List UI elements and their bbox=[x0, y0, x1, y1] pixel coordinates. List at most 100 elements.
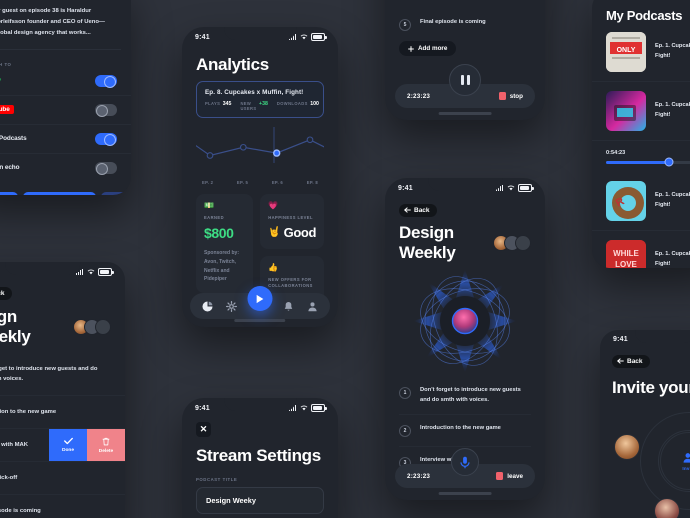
avatar-group[interactable] bbox=[73, 319, 111, 335]
note-list: Don't forget to introduce new guests and… bbox=[0, 353, 125, 518]
chart-x-label: EP. 2 bbox=[202, 180, 214, 185]
publish-row-spotify[interactable]: Spotify bbox=[0, 67, 131, 96]
list-item[interactable]: 5 Final episode is coming bbox=[399, 18, 531, 31]
offers-label: NEW OFFERS FOR COLLABORATIONS bbox=[268, 277, 313, 289]
youtube-toggle[interactable] bbox=[95, 103, 117, 117]
svg-text:ONLY: ONLY bbox=[617, 47, 636, 54]
youtube-label: YouTube bbox=[0, 105, 14, 115]
status-time: 9:41 bbox=[195, 404, 210, 412]
stop-label: stop bbox=[509, 92, 523, 100]
done-button[interactable]: Done bbox=[49, 429, 87, 462]
wifi-icon bbox=[300, 405, 308, 411]
pause-button[interactable] bbox=[449, 64, 481, 96]
happiness-tile[interactable]: 💗 HAPPINESS LEVEL 🤘 Good bbox=[260, 194, 324, 250]
episode-description: Our guest on episode 38 is Haraldur Thor… bbox=[0, 8, 105, 36]
list-item[interactable]: Introduction to the new game bbox=[0, 396, 125, 430]
podcast-row[interactable]: Ep. 1. Cupcakes x Fight! bbox=[592, 82, 690, 141]
progress-fill bbox=[606, 161, 670, 164]
list-item[interactable]: Design Kick-off bbox=[0, 462, 125, 496]
publish-row-youtube[interactable]: YouTube bbox=[0, 96, 131, 125]
list-item[interactable]: Final episode is coming bbox=[0, 495, 125, 518]
stop-button[interactable]: stop bbox=[498, 92, 523, 100]
episode-line-chart[interactable] bbox=[196, 127, 324, 179]
phone-notch bbox=[224, 398, 296, 411]
tag-chip-internship[interactable]: Internship bbox=[100, 191, 131, 195]
screen-header: Design Weekly bbox=[385, 223, 545, 263]
podcast-title-input[interactable]: Design Weeky bbox=[196, 487, 324, 514]
earned-tile[interactable]: 💵 EARNED $800 Sponsored by: Avon, Twitch… bbox=[196, 194, 254, 294]
chart-point[interactable] bbox=[306, 136, 314, 144]
chart-x-labels: EP. 2 EP. 5 EP. 6 EP. 8 bbox=[196, 180, 324, 185]
stat-new-users-value: +38 bbox=[259, 101, 268, 107]
avatar-group[interactable] bbox=[493, 235, 531, 251]
phone-notch bbox=[428, 178, 502, 191]
stat-downloads-key: DOWNLOADS bbox=[276, 101, 308, 106]
podcast-artwork: R bbox=[606, 180, 646, 221]
status-icons bbox=[76, 268, 114, 276]
podcast-row[interactable]: ONLY Ep. 1. Cupcakes x Fight! bbox=[592, 23, 690, 82]
back-button[interactable]: Back bbox=[0, 286, 12, 300]
publish-row-amazon-echo[interactable]: amazon echo bbox=[0, 154, 131, 182]
tag-chip-design[interactable]: Design bbox=[0, 191, 18, 195]
tag-chip-growth-marketing[interactable]: Growth marketing bbox=[22, 191, 96, 195]
amazon-echo-toggle[interactable] bbox=[95, 161, 117, 175]
add-more-label: Add more bbox=[418, 45, 448, 52]
delete-button[interactable]: Delete bbox=[87, 429, 125, 462]
list-item[interactable]: 1 Don't forget to introduce new guests a… bbox=[399, 377, 531, 416]
podcast-artwork: ONLY bbox=[606, 32, 646, 72]
gear-icon[interactable] bbox=[225, 300, 237, 312]
podcast-row-text: Ep. 1. Cupcakes x Fight! bbox=[655, 250, 690, 267]
stat-new-users-key: NEW USERS bbox=[240, 101, 257, 111]
chart-point[interactable] bbox=[272, 149, 281, 157]
mic-button[interactable] bbox=[451, 448, 479, 476]
chart-point[interactable] bbox=[206, 152, 214, 159]
list-item-swiped[interactable]: Interview with MAK Done Delete bbox=[0, 429, 125, 463]
podcast-title-label: PODCAST TITLE bbox=[196, 477, 238, 482]
back-label: Back bbox=[0, 289, 5, 297]
episode-stats-card[interactable]: Ep. 8. Cupcakes x Muffin, Fight! PLAYS 3… bbox=[196, 81, 324, 118]
apple-podcasts-toggle[interactable] bbox=[95, 132, 117, 146]
spotify-toggle[interactable] bbox=[95, 74, 117, 88]
progress-knob[interactable] bbox=[664, 157, 674, 167]
status-time: 9:41 bbox=[398, 184, 413, 192]
visualizer-svg bbox=[413, 269, 517, 373]
mic-icon bbox=[460, 456, 470, 468]
svg-text:WHILE: WHILE bbox=[613, 249, 639, 258]
panel-title: My Podcasts bbox=[606, 8, 683, 23]
chart-point[interactable] bbox=[239, 143, 247, 151]
now-playing-time: 0:54:23 bbox=[606, 150, 626, 156]
podcast-row[interactable]: WHILE LOVE Ep. 1. Cupcakes x Fight! bbox=[592, 231, 690, 268]
design-weekly-list-panel: 9:41 Back esign Weekly Don't forg bbox=[0, 262, 125, 518]
publish-row-apple-podcasts[interactable]: Apple Podcasts bbox=[0, 125, 131, 154]
back-button[interactable]: Back bbox=[612, 354, 650, 368]
back-button[interactable]: Back bbox=[399, 203, 437, 217]
list-header: esign Weekly bbox=[0, 307, 125, 347]
list-item[interactable]: Don't forget to introduce new guests and… bbox=[0, 353, 125, 397]
avatar[interactable] bbox=[654, 498, 680, 518]
list-item[interactable]: 2 Introduction to the new game bbox=[399, 415, 531, 448]
progress-slider[interactable] bbox=[606, 157, 690, 167]
chart-x-label: EP. 6 bbox=[271, 180, 284, 185]
list-item-text: Final episode is coming bbox=[420, 19, 486, 25]
arrow-left-icon bbox=[617, 358, 624, 364]
person-icon[interactable] bbox=[307, 301, 318, 312]
leave-label: leave bbox=[507, 472, 523, 480]
podcast-row[interactable]: R Ep. 1. Cupcakes x Fight! bbox=[592, 172, 690, 231]
play-button[interactable] bbox=[247, 286, 273, 311]
list-item-text: Introduction to the new game bbox=[420, 425, 501, 432]
episode-description-block: Our guest on episode 38 is Haraldur Thor… bbox=[0, 0, 121, 50]
phone-notch bbox=[635, 330, 690, 343]
close-button[interactable]: ✕ bbox=[196, 422, 211, 437]
add-more-button[interactable]: Add more bbox=[399, 41, 457, 56]
chart-svg bbox=[196, 127, 324, 163]
avatar[interactable] bbox=[614, 434, 640, 460]
artwork-wheel: R bbox=[612, 186, 644, 219]
artwork-only: ONLY bbox=[606, 32, 646, 72]
chart-icon[interactable] bbox=[202, 300, 213, 312]
recording-time: 2:23:23 bbox=[407, 92, 431, 100]
wifi-icon bbox=[507, 185, 515, 191]
tag-chip-list: Design Growth marketing Internship bbox=[0, 182, 131, 195]
publish-settings-panel: Our guest on episode 38 is Haraldur Thor… bbox=[0, 0, 131, 195]
leave-button[interactable]: leave bbox=[496, 472, 523, 480]
bell-icon[interactable] bbox=[283, 301, 294, 312]
